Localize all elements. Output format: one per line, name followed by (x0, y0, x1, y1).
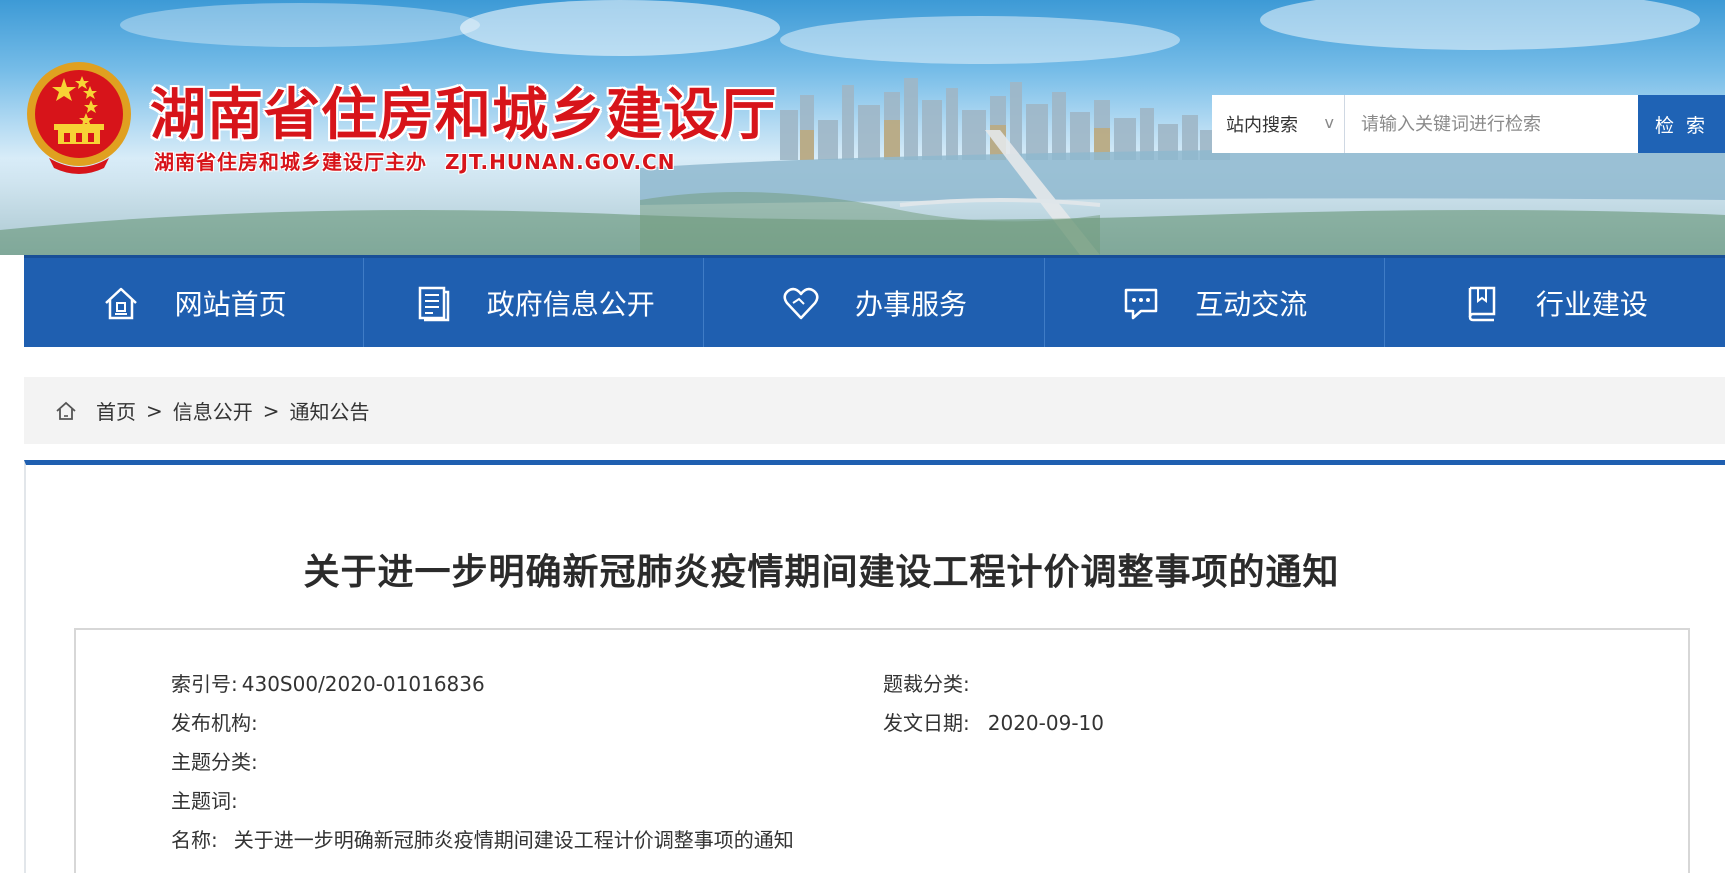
nav-item-home[interactable]: 网站首页 (24, 258, 365, 347)
nav-item-interaction[interactable]: 互动交流 (1045, 258, 1385, 347)
meta-topic-label: 主题分类: (171, 750, 258, 774)
nav-item-label: 行业建设 (1535, 287, 1648, 321)
home-icon (104, 287, 137, 319)
meta-genre-label: 题裁分类: (883, 672, 970, 696)
breadcrumb-home[interactable]: 首页 (96, 396, 136, 425)
document-icon (418, 286, 450, 321)
breadcrumb-info-open[interactable]: 信息公开 (173, 396, 253, 425)
meta-date: 发文日期: 2020-09-10 (883, 707, 1104, 736)
heart-icon (783, 287, 819, 319)
meta-issuer-label: 发布机构: (171, 711, 258, 735)
site-subtitle-text: 湖南省住房和城乡建设厅主办 (154, 150, 427, 174)
meta-topic: 主题分类: (171, 746, 262, 775)
meta-issuer: 发布机构: (171, 707, 262, 736)
meta-index: 索引号: 430S00/2020-01016836 (171, 668, 485, 697)
meta-name-value: 关于进一步明确新冠肺炎疫情期间建设工程计价调整事项的通知 (233, 828, 794, 852)
breadcrumb-separator: > (262, 398, 280, 423)
meta-name-label: 名称: (171, 828, 218, 852)
search-scope-select[interactable]: 站内搜索 v (1212, 95, 1345, 153)
breadcrumb-separator: > (146, 398, 163, 423)
meta-index-label: 索引号: (171, 672, 238, 696)
national-emblem-logo (27, 62, 131, 174)
meta-date-value: 2020-09-10 (987, 711, 1104, 735)
home-icon (56, 401, 76, 420)
meta-index-value: 430S00/2020-01016836 (241, 672, 485, 696)
header-banner: 湖南省住房和城乡建设厅 湖南省住房和城乡建设厅主办 ZJT.HUNAN.GOV.C… (0, 0, 1725, 255)
article-title: 关于进一步明确新冠肺炎疫情期间建设工程计价调整事项的通知 (303, 552, 1340, 593)
nav-item-services[interactable]: 办事服务 (704, 258, 1045, 347)
nav-item-label: 互动交流 (1195, 287, 1308, 321)
site-subtitle: 湖南省住房和城乡建设厅主办 ZJT.HUNAN.GOV.CN (154, 146, 675, 175)
meta-name: 名称: 关于进一步明确新冠肺炎疫情期间建设工程计价调整事项的通知 (171, 824, 794, 853)
breadcrumb: 首页 > 信息公开 > 通知公告 (24, 377, 1725, 444)
site-search: 站内搜索 v 检 索 (1212, 95, 1725, 153)
nav-item-label: 政府信息公开 (486, 287, 655, 321)
search-scope-label: 站内搜索 (1226, 115, 1298, 136)
meta-keywords-label: 主题词: (171, 789, 238, 813)
breadcrumb-notices[interactable]: 通知公告 (290, 396, 370, 425)
meta-keywords: 主题词: (171, 785, 242, 814)
site-domain: ZJT.HUNAN.GOV.CN (445, 150, 676, 174)
chevron-down-icon: v (1324, 113, 1334, 132)
nav-item-label: 办事服务 (855, 287, 968, 321)
site-title: 湖南省住房和城乡建设厅 (150, 83, 777, 148)
nav-item-industry[interactable]: 行业建设 (1385, 258, 1725, 347)
article-content: 关于进一步明确新冠肺炎疫情期间建设工程计价调整事项的通知 索引号: 430S00/… (24, 460, 1725, 873)
nav-item-gov-info[interactable]: 政府信息公开 (364, 258, 705, 347)
article-meta-box: 索引号: 430S00/2020-01016836 题裁分类: 发布机构: 发文日… (74, 628, 1690, 873)
book-icon (1468, 286, 1496, 321)
main-nav: 网站首页 政府信息公开 办事服务 互动交流 行业建设 (24, 255, 1725, 347)
search-input[interactable] (1345, 95, 1638, 153)
meta-genre: 题裁分类: (883, 668, 974, 697)
meta-date-label: 发文日期: (883, 711, 970, 735)
search-button[interactable]: 检 索 (1638, 95, 1725, 153)
chat-icon (1124, 288, 1158, 319)
nav-item-label: 网站首页 (174, 287, 287, 321)
